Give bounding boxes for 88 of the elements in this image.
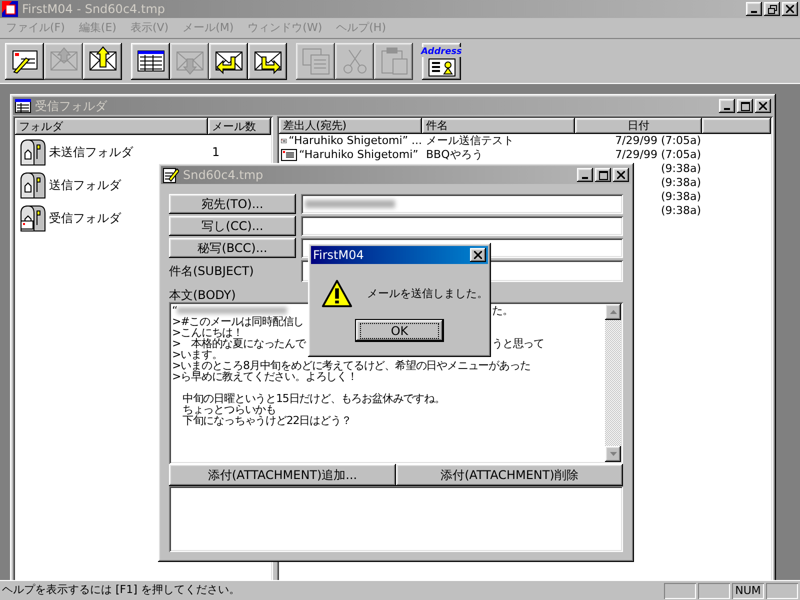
body-line: “ — [172, 305, 178, 316]
warning-icon — [321, 278, 353, 310]
status-panel — [766, 582, 798, 598]
body-line: >ら早めに教えてください。よろしく！ — [172, 371, 358, 382]
window-title: 受信フォルダ — [35, 100, 107, 112]
app-logo-icon — [2, 1, 18, 17]
dialog-message: メールを送信しました。 — [367, 286, 488, 302]
body-line: >こんにちは！ — [172, 327, 244, 338]
window-title: Snd60c4.tmp — [183, 169, 264, 181]
mail-count: 1 — [211, 144, 220, 160]
mail-date: (9:38a) — [660, 176, 701, 189]
toolbar-button[interactable] — [83, 42, 122, 80]
list-window-icon — [15, 99, 31, 113]
column-header[interactable]: 件名 — [422, 118, 575, 134]
body-line: 下旬になっちゃうけど22日はどう？ — [181, 415, 352, 426]
status-text: ヘルプを表示するには [F1] を押してください。 — [2, 582, 241, 598]
mail-date: 7/29/99 (7:05a) — [615, 134, 701, 147]
body-line: 中旬の日曜というと15日だけど、もろお盆休みですね。 — [181, 393, 445, 404]
scroll-down-button[interactable] — [605, 446, 621, 462]
mail-sender: “Haruhiko Shigetomi” — [299, 149, 418, 161]
close-button[interactable] — [470, 248, 486, 262]
close-button[interactable] — [755, 99, 771, 113]
note-pencil-icon — [163, 167, 179, 183]
folder-name[interactable]: 未送信フォルダ — [49, 142, 133, 160]
body-line: > 本格的な夏になったんで — [172, 338, 306, 349]
maximize-icon — [598, 170, 608, 180]
mail-sender: “Haruhiko Shigetomi” ... — [288, 135, 422, 147]
folder-name[interactable]: 受信フォルダ — [49, 208, 121, 226]
scroll-up-button[interactable] — [605, 304, 621, 320]
attachment-list[interactable] — [169, 486, 623, 552]
mail-subject: BBQやろう — [426, 148, 483, 161]
toolbar-button[interactable]: Address — [422, 42, 461, 80]
window-title: FirstM04 — [313, 249, 364, 261]
body-line: >います。 — [172, 349, 222, 360]
minimize-button[interactable] — [746, 2, 762, 16]
window-title: FirstM04 - Snd60c4.tmp — [22, 3, 166, 15]
body-line: うと思って — [492, 338, 546, 349]
attachment-button[interactable]: 添付(ATTACHMENT)追加... — [169, 464, 396, 486]
status-panel: NUM — [732, 582, 764, 598]
body-label: 本文(BODY) — [169, 288, 236, 302]
close-button[interactable] — [782, 2, 798, 16]
close-icon — [617, 171, 625, 179]
maximize-icon — [740, 102, 750, 110]
body-line: た。 — [492, 305, 514, 316]
maximize-button[interactable] — [595, 168, 611, 182]
close-icon — [759, 102, 767, 110]
column-header[interactable]: フォルダ — [15, 118, 208, 135]
toolbar-button[interactable] — [131, 42, 170, 80]
toolbar-button[interactable] — [209, 42, 248, 80]
mail-date: (9:38a) — [660, 162, 701, 175]
up-arrow-icon — [610, 310, 616, 314]
address-field[interactable] — [301, 194, 623, 214]
scrollbar[interactable] — [605, 304, 621, 462]
close-icon — [474, 251, 482, 259]
body-line: >#このメールは同時配信し — [172, 316, 304, 327]
mail-subject: メール送信テスト — [426, 134, 514, 147]
toolbar-button[interactable] — [248, 42, 287, 80]
blank-column-header[interactable] — [702, 118, 771, 134]
column-header[interactable]: 差出人(宛先) — [279, 118, 422, 134]
address-field[interactable] — [301, 216, 623, 236]
status-panel — [664, 582, 696, 598]
minimize-button[interactable] — [577, 168, 593, 182]
down-arrow-icon — [610, 452, 616, 456]
restore-icon — [768, 4, 776, 14]
recipient-button[interactable]: 写し(CC)... — [169, 216, 296, 236]
close-button[interactable] — [613, 168, 629, 182]
address-label: Address — [420, 47, 463, 57]
column-header[interactable]: 日付 — [575, 118, 702, 134]
recipient-button[interactable]: 宛先(TO)... — [169, 194, 296, 214]
mail-date: (9:38a) — [660, 204, 701, 217]
body-line: ちょっとつらいかも — [181, 404, 276, 415]
mail-date: 7/29/99 (7:05a) — [615, 148, 701, 161]
subject-label: 件名(SUBJECT) — [169, 263, 255, 280]
maximize-button[interactable] — [737, 99, 753, 113]
restore-button[interactable] — [764, 2, 780, 16]
attachment-button[interactable]: 添付(ATTACHMENT)削除 — [396, 464, 623, 486]
ok-button[interactable]: OK — [356, 320, 443, 341]
minimize-button[interactable] — [719, 99, 735, 113]
recipient-button[interactable]: 秘写(BCC)... — [169, 238, 296, 258]
close-icon — [786, 5, 794, 13]
letter-icon — [281, 149, 297, 161]
status-panel — [698, 582, 730, 598]
column-header[interactable]: メール数 — [208, 118, 271, 135]
toolbar-button[interactable] — [5, 42, 44, 80]
address-card-icon — [428, 58, 456, 77]
mail-date: (9:38a) — [660, 190, 701, 203]
body-line: >いまのところ8月中旬をめどに考えてるけど、希望の日やメニューがあった — [172, 360, 530, 371]
folder-name[interactable]: 送信フォルダ — [49, 176, 121, 194]
